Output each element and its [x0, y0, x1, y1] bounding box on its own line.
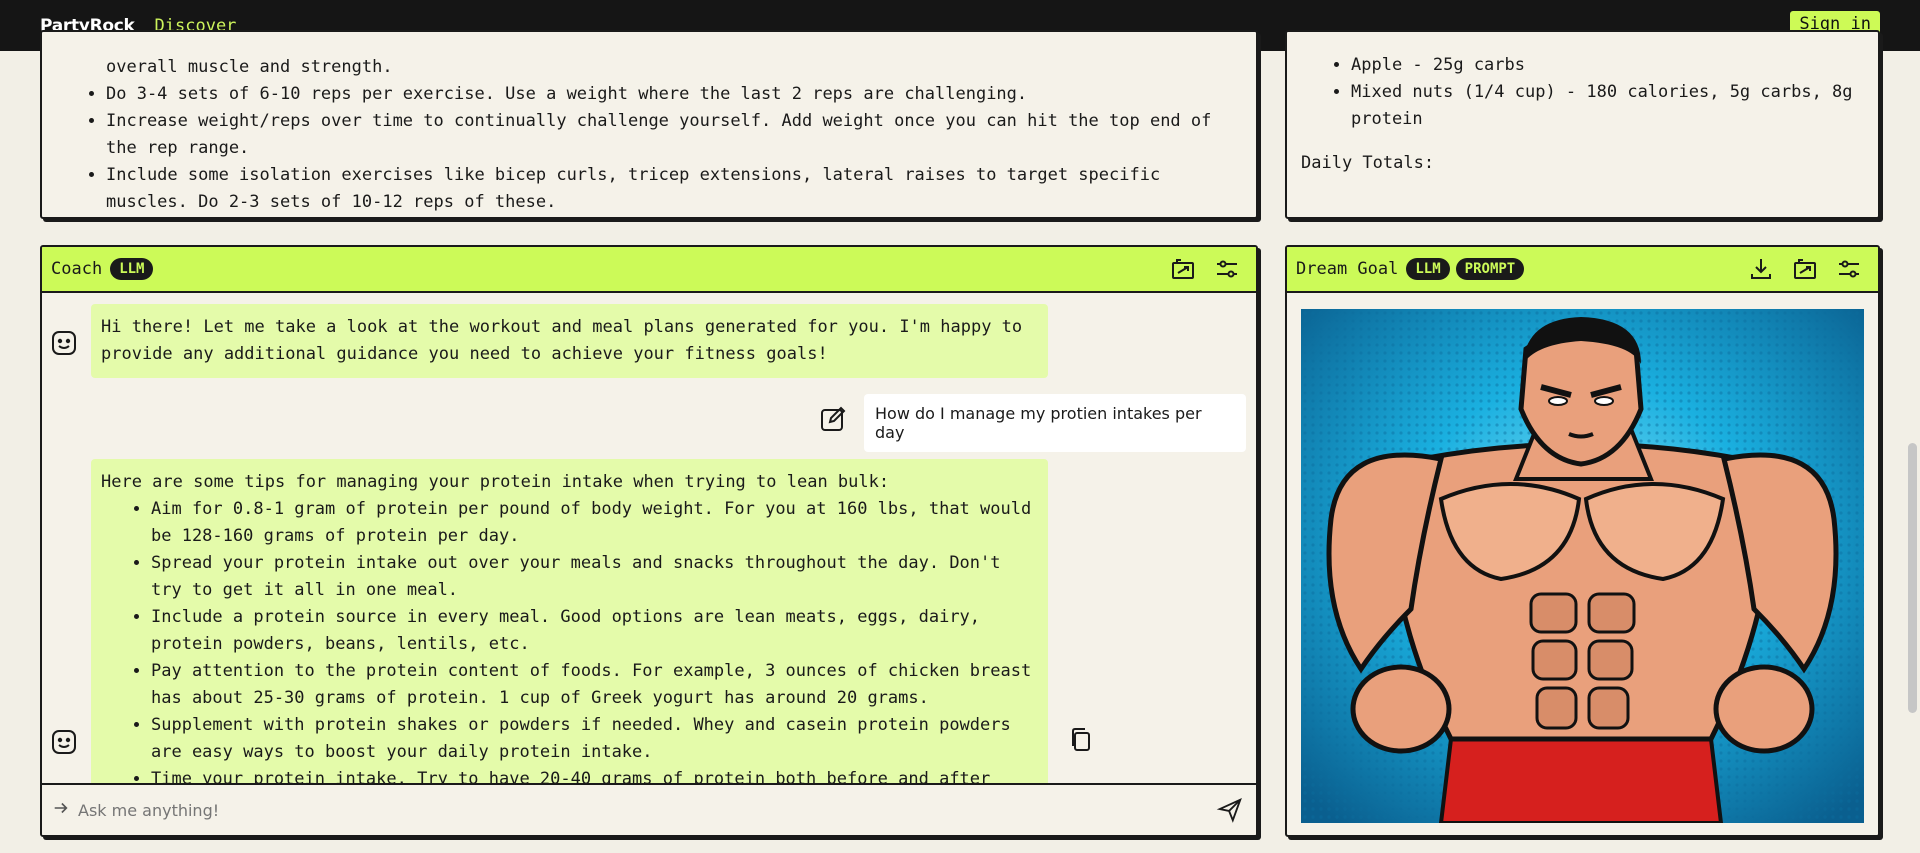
list-item: Aim for 0.8-1 gram of protein per pound … — [151, 496, 1038, 550]
dream-goal-header: Dream Goal LLM PROMPT — [1287, 247, 1878, 293]
list-item: Include some isolation exercises like bi… — [106, 162, 1242, 216]
llm-badge: LLM — [110, 258, 154, 280]
coach-title: Coach — [51, 259, 103, 279]
dream-goal-panel: Dream Goal LLM PROMPT — [1285, 245, 1880, 837]
copy-icon[interactable] — [1066, 725, 1096, 755]
settings-icon[interactable] — [1834, 254, 1864, 284]
list-item: Pay attention to the protein content of … — [151, 658, 1038, 712]
bot-message-greeting: Hi there! Let me take a look at the work… — [91, 304, 1048, 378]
workout-plan-panel: overall muscle and strength. Do 3-4 sets… — [40, 30, 1258, 219]
edit-icon[interactable] — [818, 404, 848, 434]
workout-plan-content[interactable]: overall muscle and strength. Do 3-4 sets… — [42, 54, 1242, 216]
prompt-badge: PROMPT — [1455, 258, 1525, 280]
daily-totals-label: Daily Totals: — [1301, 153, 1435, 173]
workout-bullet-list: Do 3-4 sets of 6-10 reps per exercise. U… — [42, 81, 1242, 216]
chat-input-bar — [42, 783, 1256, 835]
download-icon[interactable] — [1746, 254, 1776, 284]
partial-line: overall muscle and strength. — [106, 57, 393, 77]
list-item: Include a protein source in every meal. … — [151, 604, 1038, 658]
dream-goal-image[interactable] — [1301, 309, 1864, 823]
list-item: Spread your protein intake out over your… — [151, 550, 1038, 604]
coach-header: Coach LLM — [42, 247, 1256, 293]
send-icon[interactable] — [1216, 796, 1244, 828]
llm-badge: LLM — [1406, 258, 1450, 280]
list-item: Mixed nuts (1/4 cup) - 180 calories, 5g … — [1351, 79, 1857, 133]
arrow-right-icon — [52, 799, 70, 821]
share-icon[interactable] — [1168, 254, 1198, 284]
settings-icon[interactable] — [1212, 254, 1242, 284]
bot-avatar-icon — [49, 727, 79, 757]
answer-list: Aim for 0.8-1 gram of protein per pound … — [101, 496, 1038, 793]
share-icon[interactable] — [1790, 254, 1820, 284]
bot-message-answer: Here are some tips for managing your pro… — [91, 459, 1048, 799]
dream-goal-header-icons — [1746, 254, 1864, 284]
dream-goal-title: Dream Goal — [1296, 259, 1399, 279]
list-item: Do 3-4 sets of 6-10 reps per exercise. U… — [106, 81, 1242, 108]
list-item: Apple - 25g carbs — [1351, 52, 1857, 79]
meal-bullet-list: Apple - 25g carbs Mixed nuts (1/4 cup) -… — [1287, 52, 1857, 133]
meal-plan-content[interactable]: Apple - 25g carbs Mixed nuts (1/4 cup) -… — [1287, 52, 1857, 177]
answer-intro: Here are some tips for managing your pro… — [101, 472, 890, 492]
meal-plan-panel: Apple - 25g carbs Mixed nuts (1/4 cup) -… — [1285, 30, 1880, 219]
coach-header-icons — [1168, 254, 1242, 284]
chat-input[interactable] — [78, 800, 1178, 820]
user-message: How do I manage my protien intakes per d… — [864, 394, 1246, 452]
coach-panel: Coach LLM Hi there! Let me take a look a… — [40, 245, 1258, 837]
list-item: Increase weight/reps over time to contin… — [106, 108, 1242, 162]
list-item: Supplement with protein shakes or powder… — [151, 712, 1038, 766]
bot-avatar-icon — [49, 328, 79, 358]
page-scrollbar[interactable] — [1908, 443, 1917, 713]
